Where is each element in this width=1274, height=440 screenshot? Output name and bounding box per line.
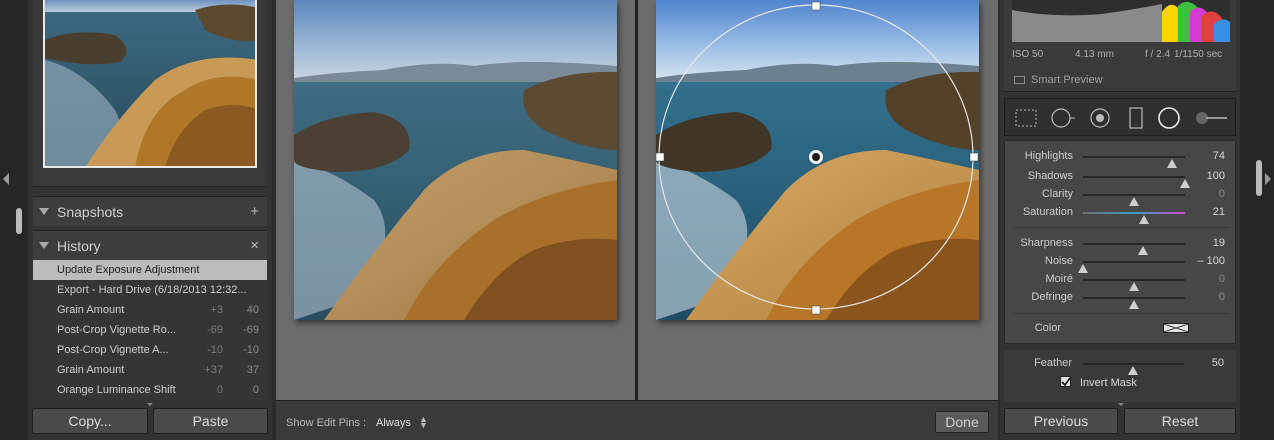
navigator-panel [33, 0, 267, 187]
copy-settings-button[interactable]: Copy... [32, 408, 148, 434]
aperture-value: f / 2.4 [1145, 49, 1171, 60]
highlights-slider-row[interactable]: Highlights 74 [1005, 148, 1237, 168]
noise-slider-row[interactable]: Noise – 100 [1005, 253, 1237, 273]
history-item[interactable]: Grain Amount +37 37 [33, 360, 267, 380]
slider-track[interactable] [1078, 261, 1185, 273]
smart-preview-label[interactable]: Smart Preview [1031, 74, 1103, 86]
sharpness-slider-row[interactable]: Sharpness 19 [1005, 235, 1237, 255]
previous-button[interactable]: Previous [1004, 408, 1118, 434]
snapshots-panel-header[interactable]: Snapshots + [33, 196, 267, 226]
history-item[interactable]: Update Exposure Adjustment [33, 260, 267, 280]
slider-thumb[interactable] [1139, 215, 1150, 224]
after-photo[interactable] [656, 0, 979, 320]
right-scrollbar[interactable] [1256, 160, 1262, 196]
slider-track[interactable] [1082, 363, 1184, 375]
show-edit-pins-select[interactable]: Always [376, 417, 411, 429]
history-item[interactable]: Grain Amount +3 40 [33, 300, 267, 320]
bottom-toolbar: Show Edit Pins : Always ▲ ▼ Done [276, 400, 998, 440]
color-swatch[interactable] [1163, 323, 1189, 333]
snapshots-title: Snapshots [57, 203, 124, 220]
left-edge [0, 0, 28, 440]
histogram-panel: ISO 50 4.13 mm f / 2.4 1/1150 sec Smart … [1004, 0, 1236, 92]
crop-overlay-icon[interactable] [1013, 105, 1039, 131]
invert-mask-checkbox[interactable] [1060, 376, 1071, 387]
shutter-speed-value: 1/1150 sec [1174, 49, 1223, 60]
saturation-slider-row[interactable]: Saturation 21 [1005, 204, 1237, 224]
collapse-triangle-icon [39, 208, 49, 215]
radial-filter-adjustments: Highlights 74 Shadows 100 Clarity 0 Satu… [1004, 140, 1236, 344]
show-edit-pins-label: Show Edit Pins : [286, 417, 367, 429]
slider-thumb[interactable] [1129, 300, 1139, 309]
done-button[interactable]: Done [935, 411, 989, 433]
left-scrollbar[interactable] [16, 208, 22, 234]
moire-slider-row[interactable]: Moiré 0 [1005, 271, 1237, 291]
history-item[interactable]: Export - Hard Drive (6/18/2013 12:32... [33, 280, 267, 300]
clear-history-icon[interactable]: × [250, 237, 259, 254]
invert-mask-label: Invert Mask [1080, 377, 1137, 389]
collapse-left-panel-arrow-icon[interactable] [3, 173, 9, 185]
collapse-triangle-icon [39, 242, 49, 249]
radial-filter-icon[interactable] [1156, 105, 1182, 131]
collapse-right-panel-arrow-icon[interactable] [1265, 173, 1271, 185]
tool-strip [1004, 98, 1236, 136]
add-snapshot-icon[interactable]: + [250, 203, 259, 220]
reset-button[interactable]: Reset [1124, 408, 1236, 434]
section-divider [1013, 313, 1229, 314]
history-title: History [57, 237, 101, 254]
history-item[interactable]: Post-Crop Vignette A... -10 -10 [33, 340, 267, 360]
right-panel: ISO 50 4.13 mm f / 2.4 1/1150 sec Smart … [1000, 0, 1240, 440]
color-row: Color [1034, 322, 1061, 334]
left-panel: Snapshots + History × Update Exposure Ad… [28, 0, 272, 440]
slider-track[interactable] [1083, 243, 1185, 255]
focal-length-value: 4.13 mm [1075, 49, 1114, 60]
panel-expand-notch-icon [1118, 403, 1124, 406]
smart-preview-icon [1014, 76, 1025, 84]
panel-expand-notch-icon [147, 403, 153, 406]
slider-track[interactable] [1083, 212, 1185, 224]
history-item[interactable]: Post-Crop Vignette Ro... -69 -69 [33, 320, 267, 340]
slider-thumb[interactable] [1166, 159, 1177, 168]
section-divider [1013, 227, 1229, 228]
clarity-slider-row[interactable]: Clarity 0 [1005, 186, 1237, 206]
image-compare-area [276, 0, 998, 400]
history-item[interactable]: Orange Luminance Shift 0 0 [33, 380, 267, 400]
defringe-slider-row[interactable]: Defringe 0 [1005, 289, 1237, 309]
adjustment-brush-icon[interactable] [1193, 105, 1229, 131]
slider-track[interactable] [1083, 156, 1185, 168]
navigator-preview-image[interactable] [43, 0, 257, 168]
slider-track[interactable] [1083, 194, 1185, 206]
after-pane [638, 0, 998, 400]
slider-track[interactable] [1083, 176, 1190, 188]
updown-arrows-icon[interactable]: ▲ ▼ [419, 415, 428, 430]
right-edge [1240, 0, 1274, 440]
slider-track[interactable] [1083, 297, 1185, 309]
shadows-slider-row[interactable]: Shadows 100 [1005, 168, 1237, 188]
feather-slider-row[interactable]: Feather 50 [1004, 355, 1236, 375]
history-panel-header[interactable]: History × [33, 230, 267, 260]
paste-settings-button[interactable]: Paste [153, 408, 268, 434]
before-photo[interactable] [294, 0, 617, 320]
graduated-filter-icon[interactable] [1123, 105, 1149, 131]
spot-removal-icon[interactable] [1050, 105, 1076, 131]
red-eye-icon[interactable] [1087, 105, 1113, 131]
before-pane [276, 0, 635, 400]
feather-section: Feather 50 [1004, 350, 1236, 402]
history-list: Update Exposure Adjustment Export - Hard… [33, 260, 267, 400]
slider-track[interactable] [1083, 279, 1185, 291]
iso-value: ISO 50 [1012, 49, 1044, 60]
histogram-graph [1012, 0, 1230, 42]
slider-thumb[interactable] [1128, 366, 1138, 375]
